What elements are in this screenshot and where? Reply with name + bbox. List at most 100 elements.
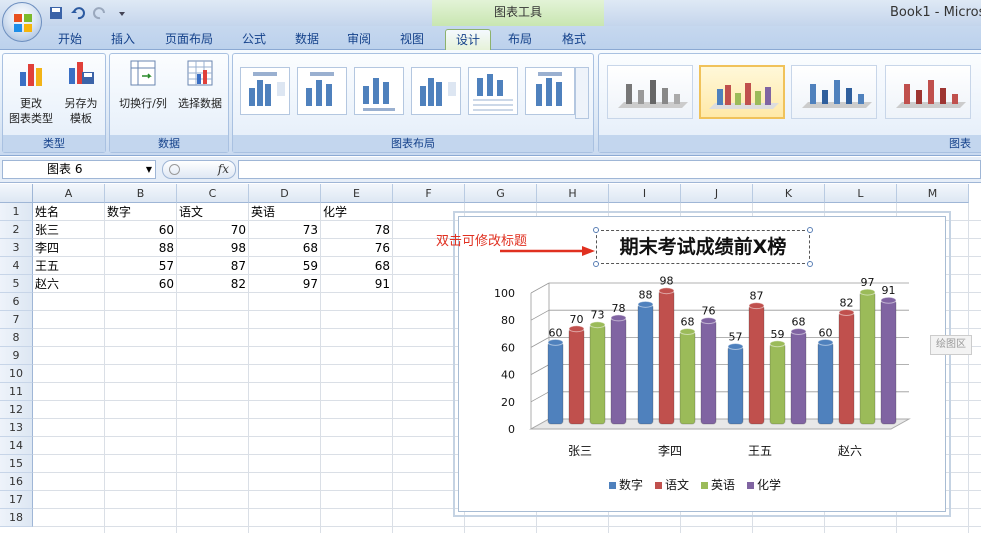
column-header-f[interactable]: F [393, 184, 465, 203]
customize-qat-icon[interactable] [114, 5, 130, 21]
tab-insert[interactable]: 插入 [103, 29, 143, 50]
data-cell[interactable]: 73 [249, 221, 321, 239]
chart-title[interactable]: 期末考试成绩前X榜 [597, 231, 809, 263]
column-header-l[interactable]: L [825, 184, 897, 203]
row-header-17[interactable]: 17 [0, 491, 33, 509]
column-header-k[interactable]: K [753, 184, 825, 203]
chart-style-1[interactable] [607, 65, 693, 119]
chart-style-2[interactable] [699, 65, 785, 119]
save-icon[interactable] [48, 5, 64, 21]
data-cell[interactable]: 60 [105, 221, 177, 239]
row-header-11[interactable]: 11 [0, 383, 33, 401]
tab-home[interactable]: 开始 [50, 29, 90, 50]
chart-layout-2[interactable] [297, 67, 347, 115]
formula-input[interactable] [238, 160, 981, 179]
column-header-h[interactable]: H [537, 184, 609, 203]
data-cell[interactable]: 57 [105, 257, 177, 275]
row-header-1[interactable]: 1 [0, 203, 33, 221]
row-header-4[interactable]: 4 [0, 257, 33, 275]
tab-format[interactable]: 格式 [554, 29, 594, 50]
data-cell[interactable]: 88 [105, 239, 177, 257]
column-header-m[interactable]: M [897, 184, 969, 203]
tab-page-layout[interactable]: 页面布局 [158, 29, 220, 50]
row-header-13[interactable]: 13 [0, 419, 33, 437]
column-header-a[interactable]: A [33, 184, 105, 203]
header-cell[interactable]: 语文 [177, 203, 249, 221]
data-cell[interactable]: 78 [321, 221, 393, 239]
row-header-18[interactable]: 18 [0, 509, 33, 527]
row-header-6[interactable]: 6 [0, 293, 33, 311]
data-cell[interactable]: 82 [177, 275, 249, 293]
data-cell[interactable]: 王五 [33, 257, 105, 275]
chart-layout-6[interactable] [525, 67, 575, 115]
tab-formulas[interactable]: 公式 [234, 29, 274, 50]
chart-layout-3[interactable] [354, 67, 404, 115]
row-header-2[interactable]: 2 [0, 221, 33, 239]
tab-layout[interactable]: 布局 [500, 29, 540, 50]
column-header-e[interactable]: E [321, 184, 393, 203]
chart-layout-1[interactable] [240, 67, 290, 115]
tab-design[interactable]: 设计 [445, 29, 491, 50]
chart-title-box[interactable]: 期末考试成绩前X榜 [593, 227, 813, 267]
row-header-5[interactable]: 5 [0, 275, 33, 293]
row-header-7[interactable]: 7 [0, 311, 33, 329]
data-cell[interactable]: 59 [249, 257, 321, 275]
data-cell[interactable]: 李四 [33, 239, 105, 257]
data-cell[interactable]: 91 [321, 275, 393, 293]
data-cell[interactable]: 70 [177, 221, 249, 239]
column-header-d[interactable]: D [249, 184, 321, 203]
row-header-8[interactable]: 8 [0, 329, 33, 347]
name-box[interactable]: 图表 6 ▼ [2, 160, 156, 179]
tab-data[interactable]: 数据 [287, 29, 327, 50]
data-cell[interactable]: 赵六 [33, 275, 105, 293]
change-chart-type-button[interactable]: 更改 图表类型 [7, 58, 55, 126]
chart-style-4[interactable] [885, 65, 971, 119]
resize-handle[interactable] [807, 227, 813, 233]
row-header-10[interactable]: 10 [0, 365, 33, 383]
column-header-i[interactable]: I [609, 184, 681, 203]
layout-gallery-scroll[interactable] [575, 67, 589, 119]
row-header-15[interactable]: 15 [0, 455, 33, 473]
header-cell[interactable]: 英语 [249, 203, 321, 221]
select-all-corner[interactable] [0, 184, 33, 203]
chart-style-3[interactable] [791, 65, 877, 119]
header-cell[interactable]: 姓名 [33, 203, 105, 221]
select-data-button[interactable]: 选择数据 [172, 58, 228, 111]
data-cell[interactable]: 68 [321, 257, 393, 275]
redo-icon[interactable] [92, 5, 108, 21]
column-header-c[interactable]: C [177, 184, 249, 203]
save-as-template-button[interactable]: 另存为 模板 [57, 58, 105, 126]
insert-function-button[interactable]: fx [162, 160, 236, 179]
resize-handle[interactable] [593, 227, 599, 233]
tab-review[interactable]: 审阅 [339, 29, 379, 50]
data-cell[interactable]: 98 [177, 239, 249, 257]
row-header-16[interactable]: 16 [0, 473, 33, 491]
header-cell[interactable]: 化学 [321, 203, 393, 221]
row-header-14[interactable]: 14 [0, 437, 33, 455]
column-header-j[interactable]: J [681, 184, 753, 203]
data-cell[interactable]: 87 [177, 257, 249, 275]
switch-row-column-button[interactable]: 切换行/列 [112, 58, 174, 111]
column-header-g[interactable]: G [465, 184, 537, 203]
undo-icon[interactable] [70, 5, 86, 21]
office-button[interactable] [2, 2, 42, 42]
chevron-down-icon[interactable]: ▼ [146, 161, 152, 178]
switch-row-column-label: 切换行/列 [119, 97, 167, 110]
resize-handle[interactable] [593, 261, 599, 267]
row-header-9[interactable]: 9 [0, 347, 33, 365]
data-cell[interactable]: 68 [249, 239, 321, 257]
tab-view[interactable]: 视图 [392, 29, 432, 50]
chart-layout-5[interactable] [468, 67, 518, 115]
resize-handle[interactable] [807, 261, 813, 267]
row-header-12[interactable]: 12 [0, 401, 33, 419]
data-cell[interactable]: 97 [249, 275, 321, 293]
row-header-3[interactable]: 3 [0, 239, 33, 257]
data-cell[interactable]: 76 [321, 239, 393, 257]
data-label: 60 [549, 326, 563, 339]
column-header-b[interactable]: B [105, 184, 177, 203]
data-cell[interactable]: 张三 [33, 221, 105, 239]
chart-layout-4[interactable] [411, 67, 461, 115]
header-cell[interactable]: 数字 [105, 203, 177, 221]
grid-line [530, 391, 550, 403]
data-cell[interactable]: 60 [105, 275, 177, 293]
